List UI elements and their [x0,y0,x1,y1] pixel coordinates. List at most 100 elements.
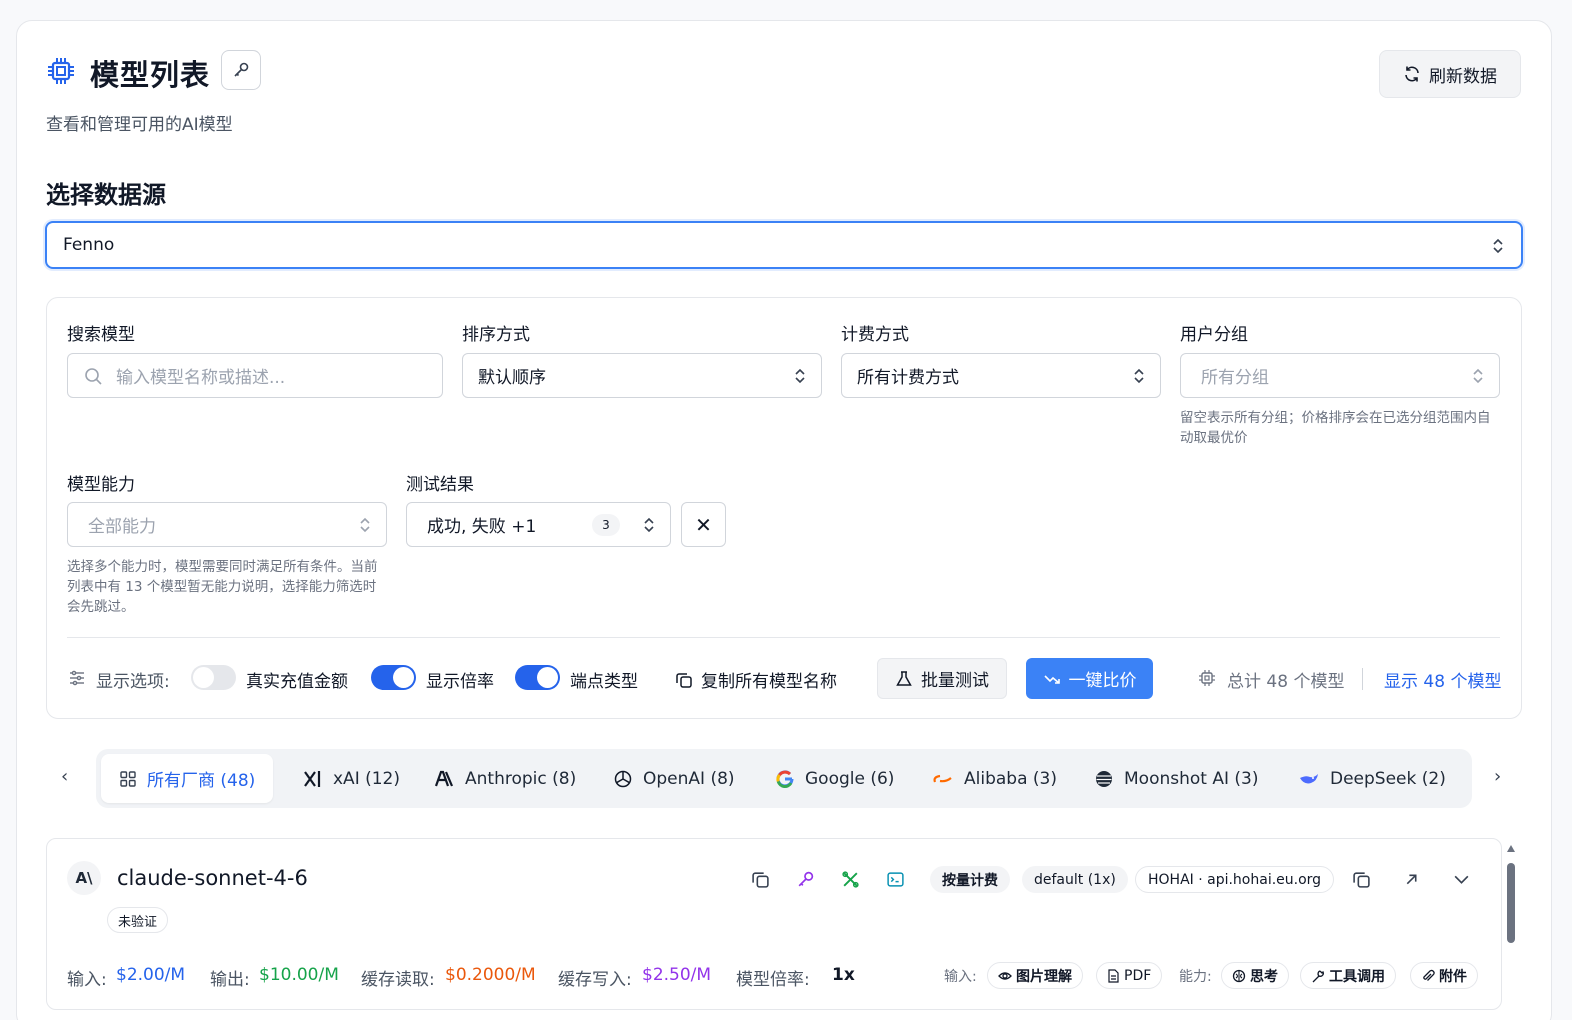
deepseek-icon [1300,773,1318,783]
show-ratio-toggle[interactable] [371,665,416,690]
scroll-up-arrow[interactable] [1507,845,1515,852]
key-icon [234,62,249,77]
billing-tag: 按量计费 [930,866,1010,893]
scrollbar[interactable] [1505,845,1517,1020]
key-button[interactable] [221,50,261,90]
copy-all-button[interactable]: 复制所有模型名称 [675,667,837,692]
capability-placeholder: 全部能力 [88,517,156,537]
show-ratio-label: 显示倍率 [426,672,494,692]
vendor-tab-label: Moonshot AI (3) [1124,768,1259,789]
vendor-tab-alibaba[interactable]: Alibaba (3) [932,754,1057,803]
chevron-updown-icon [1473,368,1483,384]
sort-value: 默认顺序 [478,368,546,388]
vendor-tab-label: Anthropic (8) [465,768,577,789]
chip-icon [48,58,74,84]
paperclip-icon [1423,969,1435,981]
vendor-tab-deepseek[interactable]: DeepSeek (2) [1298,754,1446,803]
search-input[interactable]: 输入模型名称或描述... [67,353,443,398]
capability-thinking-pill: 思考 [1221,962,1289,989]
group-label: 用户分组 [1180,325,1248,345]
real-amount-toggle[interactable] [191,665,236,690]
vendor-tab-google[interactable]: Google (6) [775,754,894,803]
anthropic-avatar: A\ [67,861,101,895]
real-amount-label: 真实充值金额 [246,672,348,692]
file-icon [1108,968,1119,983]
output-price: $10.00/M [259,965,339,985]
vendor-tab-label: 所有厂商 (48) [147,771,256,791]
group-hint: 留空表示所有分组；价格排序会在已选分组范围内自动取最优价 [1180,410,1491,446]
status-badge: 未验证 [107,907,169,933]
source-section-title: 选择数据源 [46,181,166,209]
cache-read-price: $0.2000/M [445,965,536,985]
capability-attachment-pill: 附件 [1410,962,1478,989]
capability-hint: 选择多个能力时，模型需要同时满足所有条件。当前列表中有 13 个模型暂无能力说明… [67,559,378,615]
key-icon[interactable] [796,870,815,889]
page-title: 模型列表 [90,58,211,92]
capability-tools-label: 工具调用 [1329,968,1385,985]
sliders-icon [70,670,84,686]
capability-thinking-label: 思考 [1250,968,1278,985]
vendor-tab-anthropic[interactable]: Anthropic (8) [435,754,576,803]
sort-select[interactable]: 默认顺序 [462,353,822,398]
terminal-icon[interactable] [886,870,905,889]
input-price-label: 输入: [67,970,107,990]
divider [67,637,1500,638]
test-result-select[interactable]: 成功, 失败 +1 3 [406,502,671,547]
capability-tools-pill: 工具调用 [1300,962,1396,989]
moonshot-icon [1096,770,1112,787]
compare-label: 一键比价 [1068,671,1137,691]
openai-icon [614,770,632,787]
copy-icon[interactable] [1352,870,1371,889]
xai-icon [304,770,321,787]
vendor-tab-moonshot[interactable]: Moonshot AI (3) [1094,754,1258,803]
search-icon [85,368,102,385]
grid-icon [120,770,136,787]
test-result-value: 成功, 失败 +1 [427,517,537,537]
scrollbar-thumb[interactable] [1507,863,1515,943]
model-name: claude-sonnet-4-6 [117,866,308,890]
chevron-down-icon[interactable] [1452,870,1471,889]
group-select[interactable]: 所有分组 [1180,353,1500,398]
external-link-icon[interactable] [1402,870,1421,889]
group-tag: default (1x) [1022,866,1128,893]
input-pdf-pill: PDF [1096,962,1163,989]
chevron-updown-icon [360,517,370,533]
chevron-left-icon[interactable]: ‹ [61,766,68,787]
test-result-label: 测试结果 [406,475,474,495]
compare-button[interactable]: 一键比价 [1026,658,1153,699]
chevron-right-icon[interactable]: › [1494,766,1501,787]
trending-down-icon [1043,674,1060,684]
batch-test-label: 批量测试 [921,671,989,691]
inputs-label: 输入: [944,969,977,985]
total-models: 总计 48 个模型 [1227,672,1345,692]
cache-write-price: $2.50/M [642,965,712,985]
copy-all-label: 复制所有模型名称 [701,672,837,692]
input-image-pill: 图片理解 [987,962,1083,989]
tools-icon[interactable] [841,870,860,889]
vendor-tab-xai[interactable]: xAI (12) [303,754,400,803]
copy-icon[interactable] [751,870,770,889]
capability-attachment-label: 附件 [1439,968,1467,985]
source-select[interactable]: Fenno [45,221,1523,269]
billing-select[interactable]: 所有计费方式 [841,353,1161,398]
capability-select[interactable]: 全部能力 [67,502,387,547]
chevron-updown-icon [1134,368,1144,384]
source-value: Fenno [63,235,115,255]
capability-label: 模型能力 [67,475,135,495]
close-icon: ✕ [695,512,712,537]
clear-filter-button[interactable]: ✕ [681,502,726,547]
chevron-updown-icon [795,368,805,384]
vendor-tab-all[interactable]: 所有厂商 (48) [101,754,274,803]
endpoint-type-toggle[interactable] [515,665,560,690]
sort-label: 排序方式 [462,325,530,345]
input-image-label: 图片理解 [1016,968,1072,985]
vendor-tab-label: Alibaba (3) [964,768,1057,789]
ratio-label: 模型倍率: [736,970,810,990]
batch-test-button[interactable]: 批量测试 [877,658,1007,699]
vendor-tab-openai[interactable]: OpenAI (8) [613,754,735,803]
vendor-tab-label: DeepSeek (2) [1330,768,1446,789]
refresh-button[interactable]: 刷新数据 [1379,50,1521,98]
billing-value: 所有计费方式 [857,368,959,388]
group-placeholder: 所有分组 [1201,368,1269,388]
selected-count-badge: 3 [592,514,620,536]
